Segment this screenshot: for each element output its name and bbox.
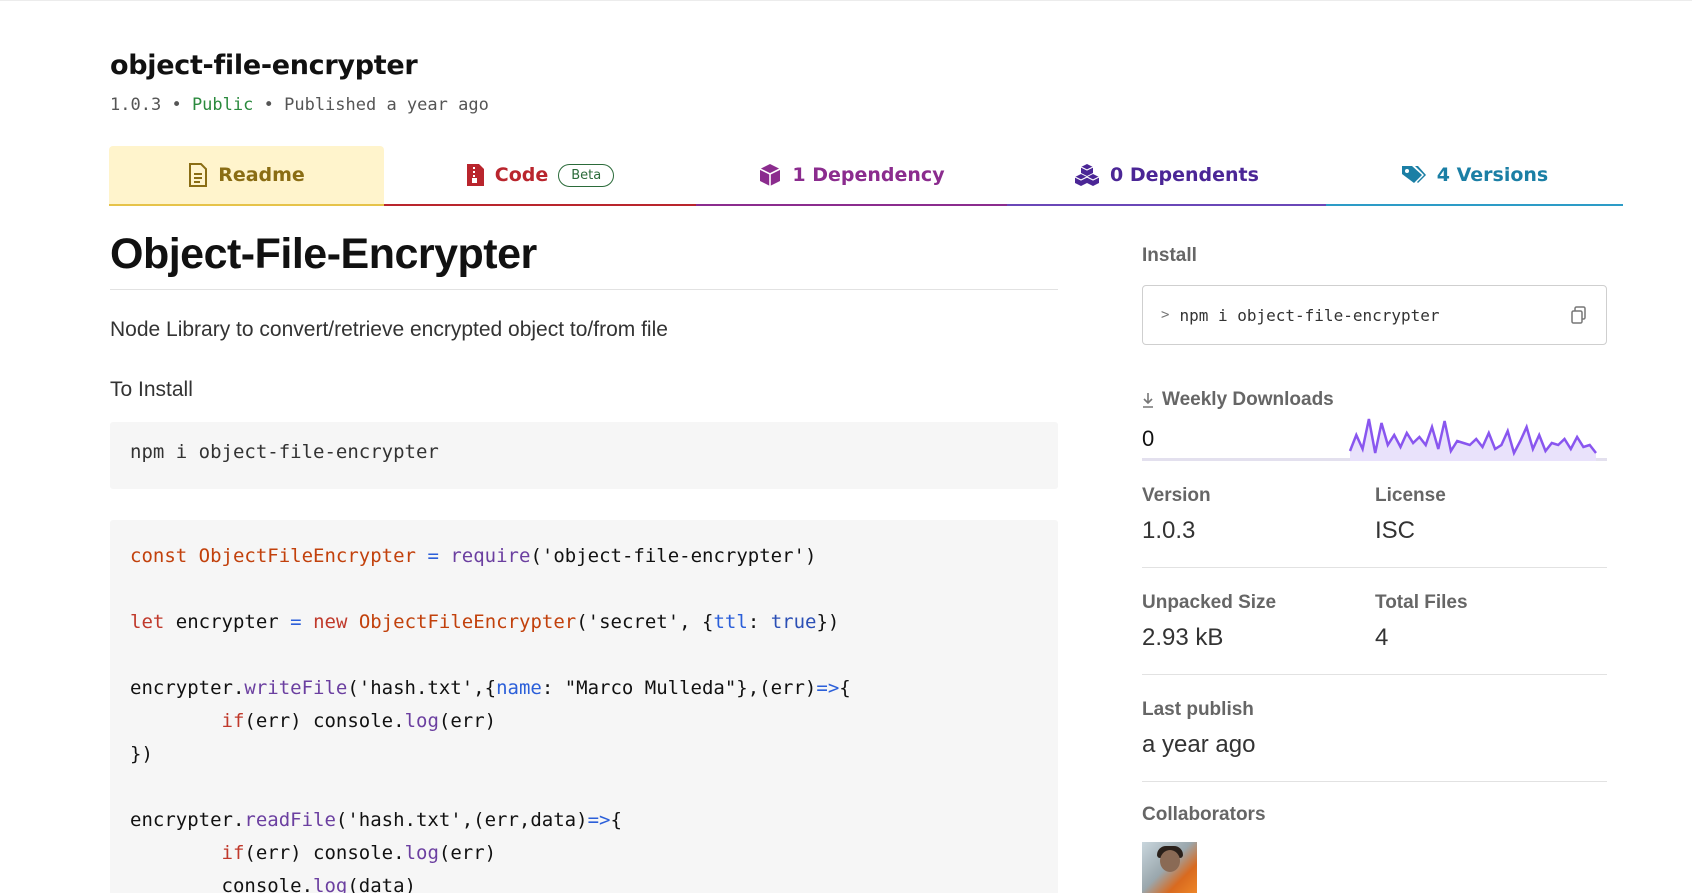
tags-icon [1401,166,1426,183]
total-files-value: 4 [1375,624,1389,651]
unpacked-size-label: Unpacked Size [1142,592,1277,613]
tab-versions-label: 4 Versions [1436,164,1549,186]
tab-readme[interactable]: Readme [109,146,384,206]
package-sidebar: Install > npm i object-file-encrypter We… [1142,245,1607,893]
code-line: encrypter.writeFile('hash.txt',{name: "M… [130,677,851,699]
package-visibility: Public [191,95,254,115]
package-name: object-file-encrypter [110,50,418,81]
install-command-text[interactable]: npm i object-file-encrypter [1179,306,1570,325]
package-tabs: Readme Code Beta 1 Dependency 0 Dependen… [109,146,1623,206]
install-label: Install [1142,245,1197,266]
tab-versions[interactable]: 4 Versions [1326,146,1623,206]
package-meta: 1.0.3 • Public • Published a year ago [110,95,489,115]
tab-code[interactable]: Code Beta [384,146,696,206]
stat-unpacked-size: Unpacked Size 2.93 kB [1142,568,1375,675]
collaborators-label: Collaborators [1142,804,1266,825]
code-line: if(err) console.log(err) [221,710,497,732]
tab-dependency-label: 1 Dependency [792,164,945,186]
code-file-icon [466,164,484,186]
boxes-icon [1074,164,1100,186]
readme-description: Node Library to convert/retrieve encrypt… [110,318,668,341]
avatar[interactable] [1142,842,1197,893]
package-header: object-file-encrypter 1.0.3 • Public • P… [110,50,489,115]
code-line: }) [130,743,153,765]
license-value: ISC [1375,517,1416,544]
meta-separator: • [263,95,274,115]
code-line: encrypter.readFile('hash.txt',(err,data)… [130,809,622,831]
copy-icon[interactable] [1570,306,1588,324]
version-label: Version [1142,485,1211,506]
downloads-sparkline [1348,418,1597,461]
avatar-face [1160,850,1180,872]
weekly-downloads-value: 0 [1142,426,1155,451]
stat-version: Version 1.0.3 [1142,461,1375,568]
total-files-label: Total Files [1375,592,1468,613]
code-line: if(err) console.log(err) [221,842,497,864]
readme-install-heading: To Install [110,378,193,401]
tab-readme-label: Readme [218,164,305,186]
last-publish-value: a year ago [1142,731,1256,758]
package-stats: Version 1.0.3 License ISC Unpacked Size … [1142,461,1607,893]
box-icon [760,164,781,186]
usage-code-block: const ObjectFileEncrypter = require('obj… [110,520,1058,893]
package-version: 1.0.3 [110,95,162,115]
tab-dependents[interactable]: 0 Dependents [1007,146,1326,206]
install-command-box[interactable]: > npm i object-file-encrypter [1142,285,1607,345]
prompt-icon: > [1161,307,1170,323]
weekly-downloads-row: 0 [1142,411,1607,461]
code-line: const ObjectFileEncrypter = require('obj… [130,545,817,567]
weekly-downloads-label: Weekly Downloads [1162,389,1334,410]
readme-title: Object-File-Encrypter [110,230,1058,290]
top-divider [0,0,1692,1]
document-icon [189,163,208,187]
unpacked-size-value: 2.93 kB [1142,624,1224,651]
package-published: Published a year ago [284,95,489,115]
license-label: License [1375,485,1446,506]
version-value: 1.0.3 [1142,517,1196,544]
weekly-downloads-header: Weekly Downloads [1142,389,1607,411]
download-icon [1143,393,1153,408]
readme-content: Object-File-Encrypter Node Library to co… [110,230,1058,893]
weekly-downloads: Weekly Downloads 0 [1142,389,1607,461]
tab-dependents-label: 0 Dependents [1110,164,1259,186]
tab-code-label: Code [494,164,549,186]
meta-separator: • [171,95,182,115]
last-publish-label: Last publish [1142,699,1254,720]
install-code-text: npm i object-file-encrypter [130,441,439,463]
beta-badge: Beta [558,163,615,187]
stat-license: License ISC [1375,461,1607,568]
collaborators-section: Collaborators [1142,782,1607,893]
stat-total-files: Total Files 4 [1375,568,1607,675]
stat-last-publish: Last publish a year ago [1142,675,1607,782]
code-line: console.log(data) [130,875,417,893]
tab-dependency[interactable]: 1 Dependency [696,146,1007,206]
code-line: let encrypter = new ObjectFileEncrypter(… [130,611,840,633]
install-code-block: npm i object-file-encrypter [110,422,1058,489]
